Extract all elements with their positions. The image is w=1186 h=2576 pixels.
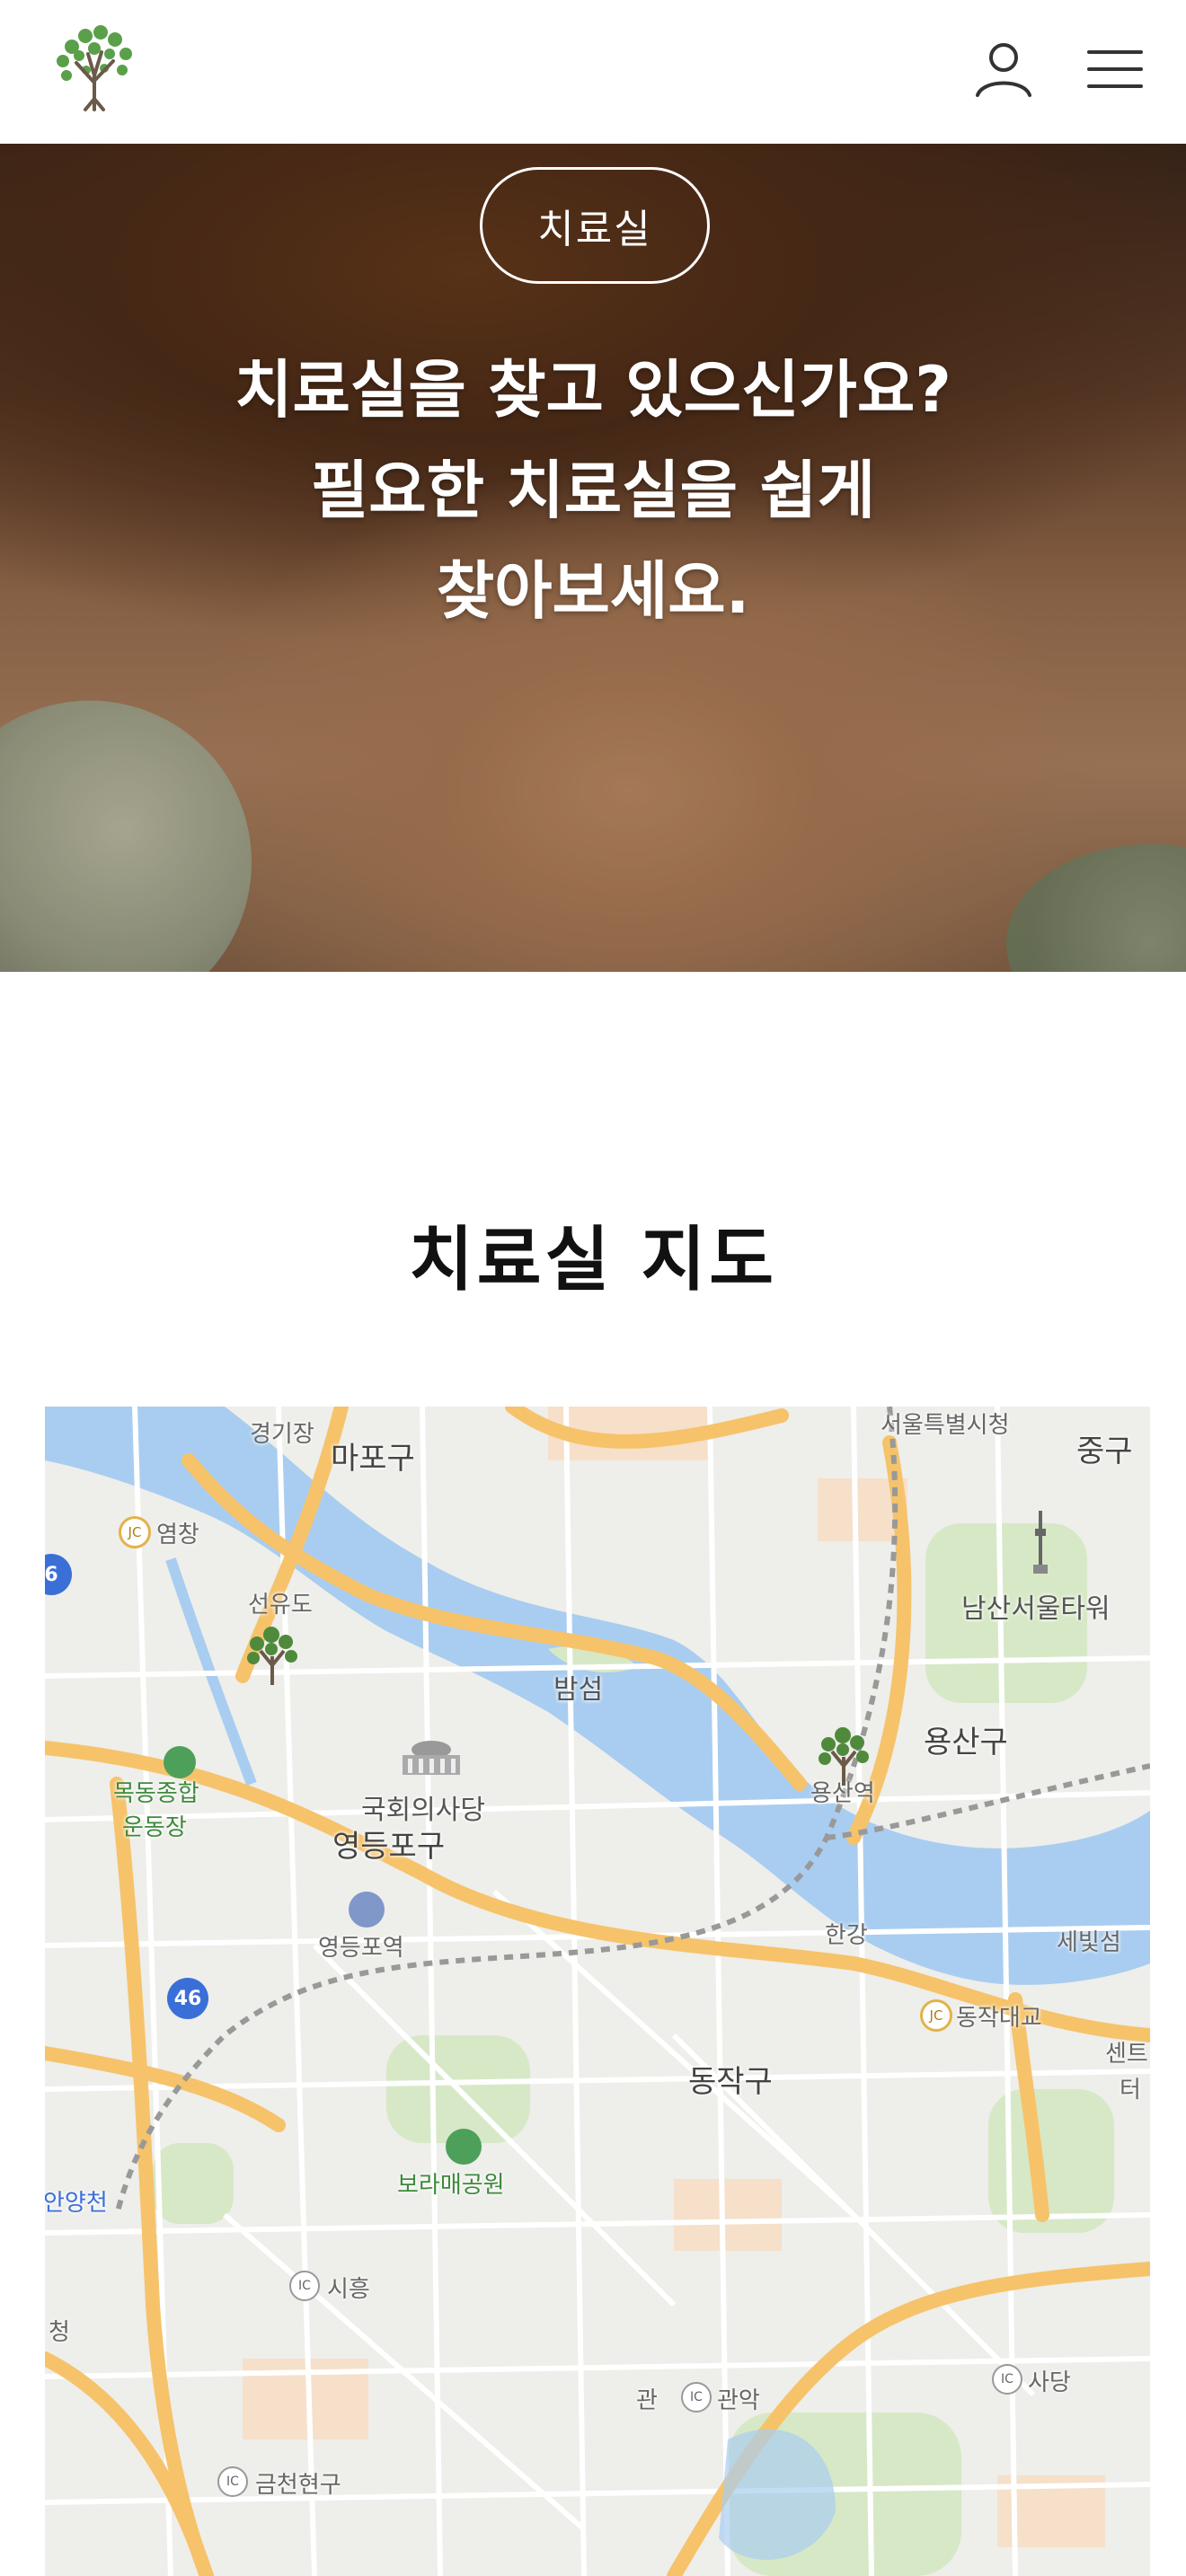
hamburger-menu-icon[interactable]	[1085, 40, 1145, 99]
top-header	[0, 0, 1186, 144]
train-station-icon	[349, 1892, 385, 1928]
assembly-building-icon	[395, 1739, 467, 1778]
stadium-icon	[164, 1746, 196, 1778]
jc-icon: JC	[119, 1516, 151, 1548]
map-label: 선유도	[248, 1592, 313, 1619]
map-label: 한강	[825, 1922, 868, 1949]
hero-heading-line: 필요한 치료실을 쉽게	[310, 454, 876, 527]
map-label: 청	[49, 2319, 70, 2346]
map-label: 동작구	[688, 2064, 773, 2100]
map-label: 남산서울타워	[961, 1593, 1111, 1625]
map-label: 중구	[1076, 1434, 1133, 1469]
hero-heading-line: 찾아보세요.	[436, 554, 750, 628]
route-shield-icon: 46	[167, 1978, 208, 2019]
map-label: 염창	[156, 1522, 199, 1548]
ic-icon: IC	[681, 2382, 712, 2413]
jc-icon: JC	[920, 1999, 952, 2032]
map-section-title: 치료실 지도	[409, 1220, 777, 1301]
category-badge[interactable]: 치료실	[480, 167, 710, 284]
map-label: 사당	[1028, 2369, 1071, 2396]
map-label: 운동장	[122, 1814, 187, 1841]
hero-heading: 치료실을 찾고 있으신가요? 필요한 치료실을 쉽게 찾아보세요.	[0, 340, 1186, 641]
map-label: 관악	[717, 2387, 760, 2414]
map-label: 마포구	[331, 1441, 415, 1477]
map-label: 세빛섬	[1057, 1929, 1121, 1956]
map-label: 센트	[1105, 2041, 1148, 2068]
map-label: 시흥	[327, 2276, 370, 2303]
map-label: 금천현구	[255, 2472, 341, 2499]
map-canvas	[45, 1407, 1150, 2576]
map-label: 영등포역	[318, 1935, 404, 1962]
user-icon[interactable]	[970, 36, 1037, 102]
map-label: 관	[636, 2387, 658, 2414]
park-icon	[446, 2129, 482, 2165]
map-label: 터	[1120, 2077, 1141, 2104]
tree-logo-icon[interactable]	[45, 20, 144, 119]
map-label: 밤섬	[553, 1674, 604, 1706]
ic-icon: IC	[289, 2271, 320, 2301]
map-label: 목동종합	[113, 1780, 199, 1807]
tower-icon	[1031, 1511, 1049, 1574]
ic-icon: IC	[217, 2466, 248, 2497]
map-label: 보라매공원	[397, 2172, 505, 2199]
clinic-marker-icon[interactable]	[239, 1622, 305, 1689]
map-label: 동작대교	[956, 2005, 1042, 2032]
hero-heading-line: 치료실을 찾고 있으신가요?	[235, 353, 951, 427]
map-label: 서울특별시청	[881, 1412, 1010, 1439]
map-label: 영등포구	[332, 1829, 446, 1865]
map-label: 용산구	[924, 1725, 1008, 1760]
clinic-marker-icon[interactable]	[810, 1723, 877, 1789]
map-label: 경기장	[250, 1421, 314, 1448]
hero-banner: 치료실 치료실을 찾고 있으신가요? 필요한 치료실을 쉽게 찾아보세요.	[0, 144, 1186, 972]
ic-icon: IC	[992, 2364, 1022, 2395]
clinic-map[interactable]: 경기장 마포구 서울특별시청 중구 JC 염창 6 선유도 밤섬 남산서울타워 …	[45, 1407, 1150, 2576]
map-label: 안양천	[45, 2190, 108, 2217]
